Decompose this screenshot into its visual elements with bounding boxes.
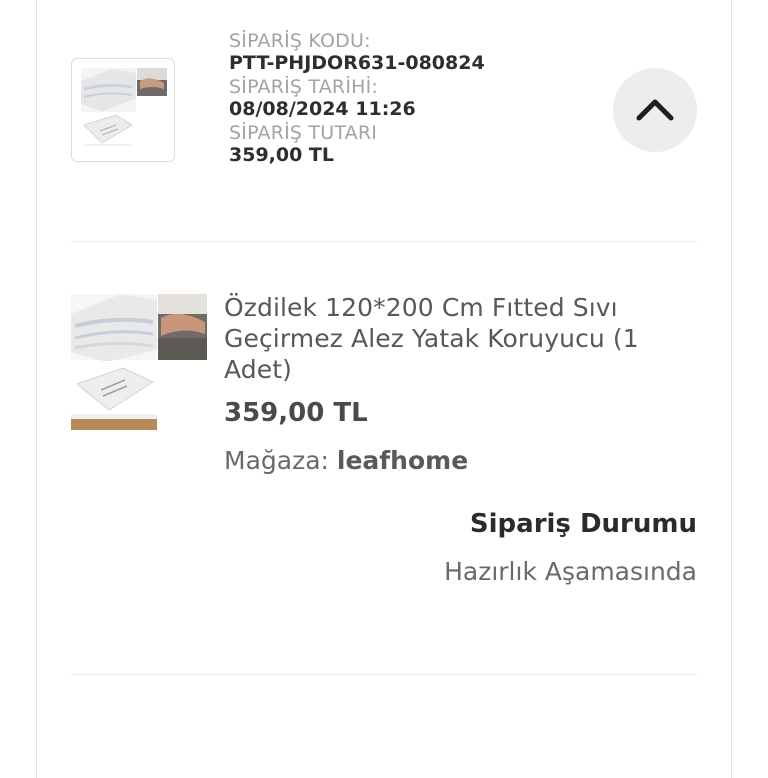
order-code-label: SİPARİŞ KODU: (229, 30, 371, 52)
order-amount-label: SİPARİŞ TUTARI (229, 122, 378, 144)
product-title[interactable]: Özdilek 120*200 Cm Fıtted Sıvı Geçirmez … (224, 292, 704, 385)
mattress-protector-image (72, 59, 174, 161)
chevron-up-icon (636, 99, 674, 121)
store-label: Mağaza: (224, 446, 329, 475)
order-date-value: 08/08/2024 11:26 (229, 98, 416, 120)
order-meta: SİPARİŞ KODU: PTT-PHJDOR631-080824 SİPAR… (229, 30, 589, 168)
mattress-protector-photo-icon (71, 294, 207, 430)
order-thumbnail[interactable] (71, 58, 175, 162)
order-amount-value: 359,00 TL (229, 144, 335, 166)
store-line: Mağaza: leafhome (224, 446, 468, 475)
store-name-link[interactable]: leafhome (337, 446, 468, 475)
collapse-order-button[interactable] (613, 68, 697, 152)
order-status-value: Hazırlık Aşamasında (444, 557, 697, 586)
order-code-value: PTT-PHJDOR631-080824 (229, 52, 485, 74)
section-divider (71, 241, 697, 242)
product-image[interactable] (71, 294, 207, 430)
order-date-label: SİPARİŞ TARİHİ: (229, 76, 379, 98)
order-status-title: Sipariş Durumu (469, 509, 697, 539)
bottom-divider (71, 674, 697, 675)
product-price: 359,00 TL (224, 398, 368, 428)
